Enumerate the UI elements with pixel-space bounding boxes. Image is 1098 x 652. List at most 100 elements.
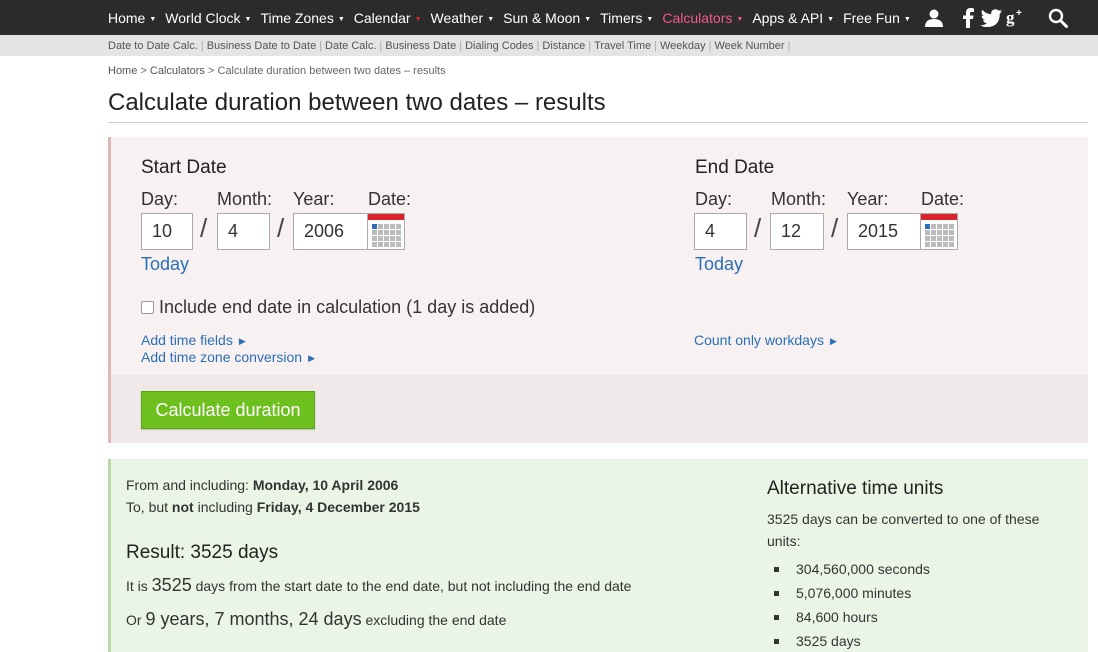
divider: | xyxy=(787,39,791,52)
nav-item-weather[interactable]: Weather ▼ xyxy=(431,10,495,26)
alt-units-title: Alternative time units xyxy=(767,478,944,499)
subnav-business-date[interactable]: Business Date xyxy=(385,40,456,52)
caret-down-icon: ▼ xyxy=(903,15,911,23)
end-day-label: Day: xyxy=(695,189,733,209)
link-label: Add time zone conversion xyxy=(141,349,303,365)
divider xyxy=(108,122,1088,123)
google-plus-icon[interactable]: g + xyxy=(1006,8,1026,28)
divider: | xyxy=(708,39,712,52)
start-calendar-icon[interactable] xyxy=(367,213,405,250)
breadcrumb-separator: > xyxy=(140,65,147,77)
nav-label: Sun & Moon xyxy=(503,9,581,26)
end-calendar-icon[interactable] xyxy=(920,213,958,250)
divider: | xyxy=(536,39,540,52)
nav-label: Time Zones xyxy=(260,9,334,26)
nav-label: Home xyxy=(108,9,146,26)
caret-down-icon: ▼ xyxy=(487,15,495,23)
bullet-icon xyxy=(774,590,779,596)
nav-item-calendar[interactable]: Calendar ▼ xyxy=(354,10,422,26)
svg-text:+: + xyxy=(1016,8,1022,19)
alt-units-list: 304,560,000 seconds 5,076,000 minutes 84… xyxy=(774,557,930,652)
count-workdays-link[interactable]: Count only workdays ▶ xyxy=(694,332,837,348)
nav-label: Calculators xyxy=(662,9,733,26)
nav-item-time-zones[interactable]: Time Zones ▼ xyxy=(260,10,344,26)
subnav-dialing-codes[interactable]: Dialing Codes xyxy=(465,40,533,52)
subnav-date-to-date[interactable]: Date to Date Calc. xyxy=(108,40,198,52)
caret-down-icon: ▼ xyxy=(827,15,835,23)
divider: | xyxy=(588,39,592,52)
divider: | xyxy=(459,39,463,52)
add-time-zone-link[interactable]: Add time zone conversion ▶ xyxy=(141,349,315,365)
nav-item-timers[interactable]: Timers ▼ xyxy=(600,10,653,26)
subnav-weekday[interactable]: Weekday xyxy=(660,40,706,52)
nav-item-world-clock[interactable]: World Clock ▼ xyxy=(165,10,251,26)
start-today-link[interactable]: Today xyxy=(141,254,189,275)
list-item: 84,600 hours xyxy=(774,605,930,629)
breadcrumb-calculators[interactable]: Calculators xyxy=(150,65,205,77)
nav-item-home[interactable]: Home ▼ xyxy=(108,10,156,26)
date-separator: / xyxy=(831,213,839,243)
svg-text:g: g xyxy=(1006,8,1015,27)
start-day-label: Day: xyxy=(141,189,179,209)
nav-label: World Clock xyxy=(165,9,241,26)
to-date: Friday, 4 December 2015 xyxy=(256,499,420,515)
subnav-travel-time[interactable]: Travel Time xyxy=(594,40,651,52)
start-date-title: Start Date xyxy=(141,157,227,178)
nav-label: Free Fun xyxy=(843,9,900,26)
sub-navigation: Date to Date Calc. | Business Date to Dat… xyxy=(0,35,1098,56)
end-today-link[interactable]: Today xyxy=(695,254,743,275)
divider: | xyxy=(379,39,383,52)
nav-item-sun-moon[interactable]: Sun & Moon ▼ xyxy=(503,10,591,26)
list-item: 5,076,000 minutes xyxy=(774,581,930,605)
to-prefix: To, but xyxy=(126,499,172,515)
include-end-date-option[interactable]: Include end date in calculation (1 day i… xyxy=(141,297,535,318)
date-separator: / xyxy=(277,213,285,243)
bullet-icon xyxy=(774,638,779,644)
date-separator: / xyxy=(754,213,762,243)
to-not: not xyxy=(171,499,194,515)
add-time-fields-link[interactable]: Add time fields ▶ xyxy=(141,332,246,348)
list-item: 304,560,000 seconds xyxy=(774,557,930,581)
bullet-icon xyxy=(774,566,779,572)
caret-down-icon: ▼ xyxy=(149,15,157,23)
unit-value: 3525 days xyxy=(796,633,861,649)
nav-icons: g + xyxy=(912,0,1068,35)
subnav-business-date-to-date[interactable]: Business Date to Date xyxy=(207,40,316,52)
caret-down-icon: ▼ xyxy=(584,15,592,23)
start-year-input[interactable] xyxy=(293,213,368,250)
result-ymd-value: 9 years, 7 months, 24 days xyxy=(145,609,362,629)
start-day-input[interactable] xyxy=(141,213,193,250)
twitter-icon[interactable] xyxy=(980,8,1002,27)
sub-menu: Date to Date Calc. | Business Date to Dat… xyxy=(108,35,793,56)
nav-label: Apps & API xyxy=(752,9,824,26)
subnav-date-calc[interactable]: Date Calc. xyxy=(325,40,376,52)
nav-item-free-fun[interactable]: Free Fun ▼ xyxy=(843,10,911,26)
subnav-week-number[interactable]: Week Number xyxy=(714,40,784,52)
arrow-right-icon: ▶ xyxy=(308,353,316,363)
user-icon[interactable] xyxy=(924,8,944,28)
search-icon[interactable] xyxy=(1048,8,1068,28)
start-month-input[interactable] xyxy=(217,213,270,250)
end-month-label: Month: xyxy=(771,189,827,209)
start-year-label: Year: xyxy=(293,189,335,209)
line-prefix: Or xyxy=(126,612,146,628)
end-day-input[interactable] xyxy=(694,213,747,250)
facebook-icon[interactable] xyxy=(962,7,974,28)
main-menu: Home ▼ World Clock ▼ Time Zones ▼ Calendar ▼… xyxy=(108,0,920,35)
from-date: Monday, 10 April 2006 xyxy=(252,477,399,493)
include-end-date-checkbox[interactable] xyxy=(141,301,154,314)
nav-item-apps-api[interactable]: Apps & API ▼ xyxy=(752,10,834,26)
nav-item-calculators[interactable]: Calculators ▼ xyxy=(662,10,743,26)
breadcrumb-home[interactable]: Home xyxy=(108,65,137,77)
include-end-date-label: Include end date in calculation (1 day i… xyxy=(159,297,536,317)
end-year-input[interactable] xyxy=(847,213,921,250)
unit-value: 304,560,000 seconds xyxy=(796,561,930,577)
subnav-distance[interactable]: Distance xyxy=(542,40,585,52)
end-month-input[interactable] xyxy=(770,213,824,250)
divider: | xyxy=(200,39,204,52)
end-date-label: Date: xyxy=(921,189,965,209)
start-date-label: Date: xyxy=(368,189,412,209)
calculate-duration-button[interactable]: Calculate duration xyxy=(141,391,315,429)
date-separator: / xyxy=(200,213,208,243)
result-title: Result: 3525 days xyxy=(126,542,279,563)
